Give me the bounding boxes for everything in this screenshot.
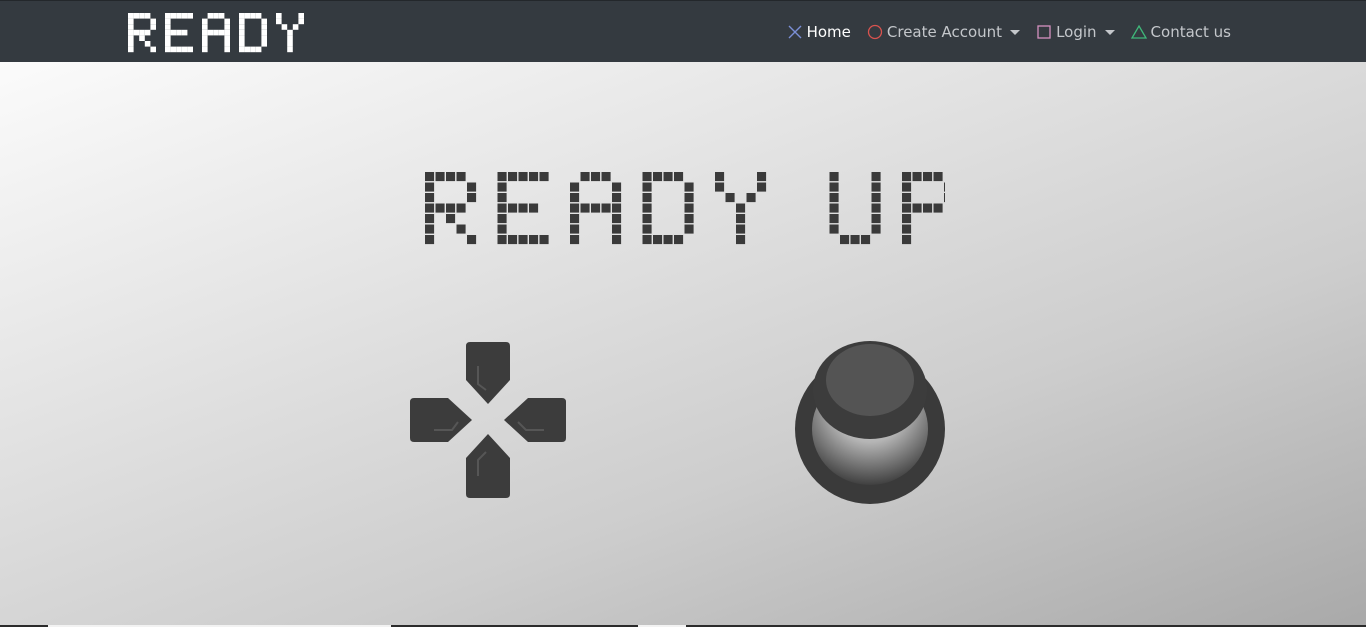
hero-title-glyph [425,172,477,245]
nav-home-label: Home [806,23,851,41]
hero-title-glyph [829,172,881,245]
nav-contact-label: Contact us [1150,23,1231,41]
hero-title [425,172,945,245]
brand-glyph [128,13,156,53]
hero-section [0,62,1366,627]
nav-home[interactable]: Home [787,23,851,41]
chevron-down-icon [1010,29,1021,35]
hero-title-glyph [715,172,767,245]
square-icon [1037,25,1051,39]
top-navbar: Home Create Account Login Contact us [0,0,1366,62]
joystick-icon [795,341,945,504]
dpad-icon [410,342,566,498]
brand-glyph [239,13,267,53]
hero-title-glyph [570,172,622,245]
nav-create-account-label: Create Account [886,23,1003,41]
brand-logo[interactable] [128,13,328,53]
chevron-down-icon [1104,29,1115,35]
hero-title-glyph [497,172,549,245]
triangle-icon [1130,24,1147,39]
nav-login[interactable]: Login [1036,23,1115,41]
hero-title-glyph [902,172,945,245]
brand-glyph [165,13,193,53]
nav-login-label: Login [1056,23,1097,41]
hero-title-glyph [642,172,694,245]
cross-icon [788,25,802,39]
brand-glyph [276,13,304,53]
nav-create-account[interactable]: Create Account [867,23,1021,41]
brand-pixel-text [128,13,304,53]
nav-contact[interactable]: Contact us [1130,23,1231,41]
nav-menu: Home Create Account Login Contact us [787,1,1231,63]
circle-icon [867,24,883,40]
brand-glyph [202,13,230,53]
